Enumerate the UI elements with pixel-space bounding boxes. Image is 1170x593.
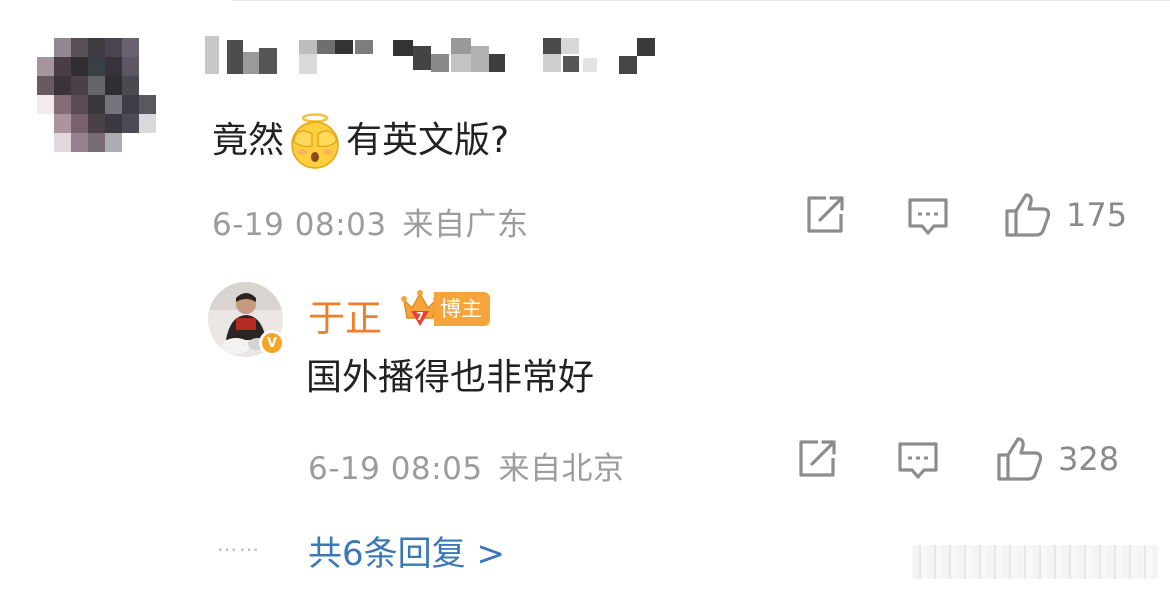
reply-meta: 6-19 08:05 来自北京 [308, 443, 625, 488]
reply-time: 6-19 08:05 [308, 451, 483, 487]
share-icon [807, 196, 844, 233]
commenter-name-pixelated[interactable] [205, 36, 665, 76]
comment-text-after: 有英文版? [346, 120, 510, 161]
blogger-badge-label: 博主 [434, 292, 490, 326]
more-dots: …… [217, 532, 261, 556]
reply-text: 国外播得也非常好 [306, 357, 595, 398]
comment-thread: 竟然 有英文版? 6-19 08:03 来自广东 175 V 于正 7 博主 国… [0, 0, 1170, 593]
blogger-badge: 7 博主 [400, 288, 490, 330]
verified-badge-mark: V [262, 333, 282, 353]
thumbs-up-icon [997, 437, 1043, 481]
verified-badge: V [259, 330, 285, 356]
reply-share-button[interactable] [796, 438, 838, 480]
reply-like-button[interactable]: 328 [996, 436, 1119, 482]
badge-rank: 7 [416, 310, 424, 323]
watermark [912, 545, 1158, 579]
reply-author-name[interactable]: 于正 [308, 288, 382, 342]
commenter-avatar-pixelated[interactable] [37, 38, 173, 152]
comment-like-button[interactable]: 175 [1004, 192, 1127, 238]
comment-like-count: 175 [1066, 196, 1128, 234]
more-replies-link[interactable]: 共6条回复 > [308, 526, 505, 575]
thumbs-up-icon [1005, 193, 1051, 237]
reply-location: 来自北京 [498, 451, 625, 487]
comment-location: 来自广东 [402, 207, 529, 243]
share-icon [799, 440, 836, 477]
face-covering-eyes-emoji [291, 113, 339, 169]
comment-meta: 6-19 08:03 来自广东 [212, 199, 529, 244]
comment-icon [908, 198, 948, 235]
divider [232, 0, 1170, 1]
comment-icon [898, 442, 938, 479]
reply-like-count: 328 [1058, 440, 1120, 478]
comment-text: 竟然 有英文版? [212, 112, 509, 170]
comment-time: 6-19 08:03 [212, 207, 387, 243]
reply-reply-button[interactable] [896, 440, 940, 482]
comment-text-before: 竟然 [212, 120, 285, 161]
comment-share-button[interactable] [804, 194, 846, 236]
comment-reply-button[interactable] [906, 196, 950, 238]
